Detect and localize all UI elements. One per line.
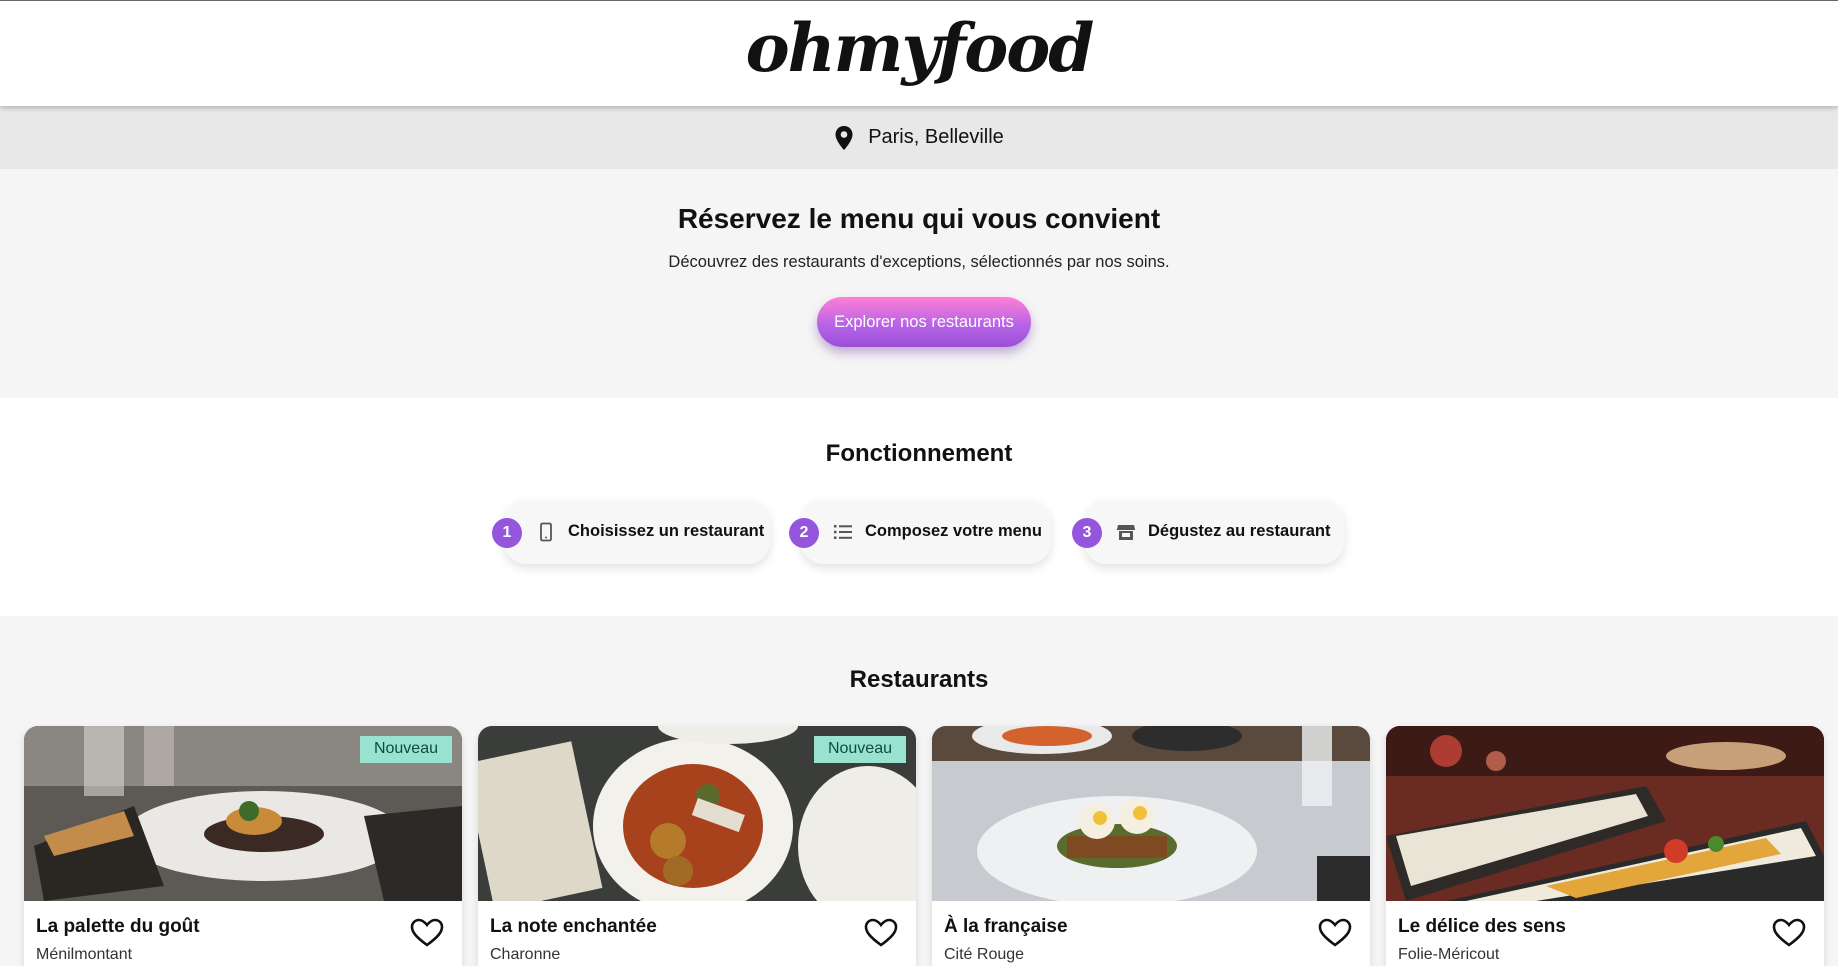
- restaurant-photo: Nouveau: [478, 726, 916, 901]
- site-logo[interactable]: ohmyfood: [0, 9, 1838, 87]
- restaurant-photo: [1386, 726, 1824, 901]
- hero-title: Réservez le menu qui vous convient: [677, 203, 1161, 234]
- favorite-heart-icon[interactable]: [410, 918, 444, 948]
- restaurant-photo: [932, 726, 1370, 901]
- hero-section: Réservez le menu qui vous convient Décou…: [0, 169, 1838, 398]
- how-title: Fonctionnement: [825, 440, 1013, 467]
- step-compose-menu[interactable]: 2 Composez votre menu: [789, 500, 1051, 564]
- list-icon: [834, 525, 852, 539]
- location-text: Paris, Belleville: [868, 126, 1004, 148]
- restaurant-card[interactable]: Nouveau La note enchantée Charonne: [478, 726, 916, 966]
- explore-restaurants-button[interactable]: Explorer nos restaurants: [817, 297, 1031, 347]
- restaurants-title: Restaurants: [849, 666, 989, 693]
- store-icon: [1116, 525, 1136, 540]
- restaurant-area: Cité Rouge: [944, 946, 1025, 963]
- site-header: ohmyfood: [0, 0, 1838, 106]
- restaurant-name: À la française: [944, 916, 1068, 937]
- step-number: 3: [1072, 518, 1102, 548]
- restaurant-card[interactable]: Nouveau La palette du goût Ménilmontant: [24, 726, 462, 966]
- restaurants-section: Restaurants Nouveau La palette du goût M…: [0, 616, 1838, 966]
- restaurant-photo: Nouveau: [24, 726, 462, 901]
- step-number: 2: [789, 518, 819, 548]
- step-label: Composez votre menu: [865, 522, 1042, 540]
- new-badge: Nouveau: [813, 736, 906, 763]
- restaurant-card[interactable]: À la française Cité Rouge: [932, 726, 1370, 966]
- step-choose-restaurant[interactable]: 1 Choisissez un restaurant: [492, 500, 770, 564]
- hero-subtitle: Découvrez des restaurants d'exceptions, …: [668, 253, 1170, 271]
- how-it-works-section: Fonctionnement 1 Choisissez un restauran…: [0, 398, 1838, 616]
- favorite-heart-icon[interactable]: [1772, 918, 1806, 948]
- restaurant-name: Le délice des sens: [1398, 916, 1566, 937]
- favorite-heart-icon[interactable]: [1318, 918, 1352, 948]
- restaurant-area: Folie-Méricout: [1398, 946, 1500, 963]
- step-taste-restaurant[interactable]: 3 Dégustez au restaurant: [1072, 500, 1344, 564]
- restaurant-area: Charonne: [490, 946, 561, 963]
- step-number: 1: [492, 518, 522, 548]
- new-badge: Nouveau: [359, 736, 452, 763]
- step-label: Dégustez au restaurant: [1148, 522, 1331, 540]
- step-label: Choisissez un restaurant: [568, 522, 765, 540]
- phone-icon: [540, 522, 552, 542]
- location-pin-icon: [835, 125, 853, 150]
- restaurant-card[interactable]: Le délice des sens Folie-Méricout: [1386, 726, 1824, 966]
- restaurant-name: La palette du goût: [36, 916, 200, 937]
- restaurant-area: Ménilmontant: [36, 946, 133, 963]
- restaurant-name: La note enchantée: [490, 916, 657, 937]
- location-bar[interactable]: Paris, Belleville: [0, 106, 1838, 169]
- favorite-heart-icon[interactable]: [864, 918, 898, 948]
